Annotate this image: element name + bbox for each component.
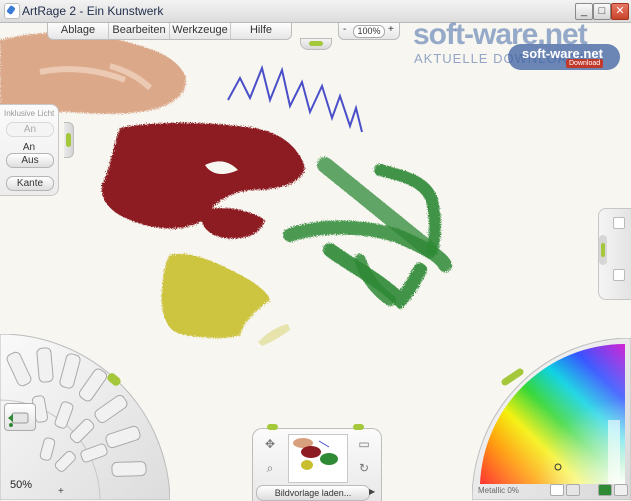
menu-collapse-handle[interactable] (300, 38, 332, 50)
tracing-arrow-icon[interactable]: ▶ (369, 487, 375, 496)
stickers-icon[interactable] (613, 217, 625, 229)
red-paint-blob (101, 122, 305, 239)
menu-bar: Ablage Bearbeiten Werkzeuge Hilfe (47, 23, 292, 40)
menu-werkzeuge[interactable]: Werkzeuge (170, 23, 231, 39)
metallic-label: Metallic 0% (478, 486, 519, 495)
blue-crayon-scribble (227, 64, 363, 133)
app-icon[interactable] (4, 3, 20, 19)
tracing-handle-right[interactable] (353, 424, 364, 430)
canvas-thumbnail[interactable] (288, 434, 348, 483)
canvas-zoom-readout: 50% (10, 479, 33, 491)
shade-strip[interactable] (608, 420, 620, 484)
yellow-paint-blob (161, 253, 270, 338)
color-picker[interactable] (472, 338, 631, 500)
menu-bearbeiten[interactable]: Bearbeiten (109, 23, 170, 39)
layer-icon[interactable]: ▭ (357, 437, 371, 451)
color-sample-button[interactable] (566, 484, 580, 496)
right-side-panel (598, 208, 631, 300)
layers-icon[interactable] (613, 269, 625, 281)
color-swap-button[interactable] (614, 484, 628, 496)
watermark-download-tag: Download (566, 59, 604, 68)
menu-ablage[interactable]: Ablage (48, 23, 109, 39)
window-title: ArtRage 2 - Ein Kunstwerk (22, 4, 164, 18)
close-button[interactable]: ✕ (611, 3, 629, 20)
load-reference-button[interactable]: Bildvorlage laden... (256, 485, 370, 501)
zoom-icon[interactable]: ⌕ (263, 461, 277, 475)
zoom-level[interactable]: 100% (353, 25, 385, 38)
tool-options-panel: Inklusive Licht An An Aus Kante (0, 104, 59, 196)
edge-button[interactable]: Kante (6, 176, 54, 191)
menu-hilfe[interactable]: Hilfe (231, 23, 291, 39)
right-panel-handle[interactable] (599, 235, 607, 265)
green-paint-strokes (283, 157, 452, 310)
current-color-swatch[interactable] (598, 484, 612, 496)
add-preset-button[interactable]: + (58, 486, 64, 497)
tracing-handle-left[interactable] (267, 424, 278, 430)
tool-options-handle[interactable] (64, 122, 74, 158)
thumbnail-preview (293, 438, 338, 470)
move-icon[interactable]: ✥ (263, 437, 277, 451)
zoom-out-button[interactable]: - (343, 24, 346, 35)
paint-tube-icon (8, 412, 29, 427)
light-on-toggle[interactable]: An (6, 122, 54, 137)
rotate-icon[interactable]: ↻ (357, 461, 371, 475)
yellow-faint-stroke (258, 324, 290, 346)
maximize-button[interactable]: □ (593, 3, 611, 20)
option-off-button[interactable]: Aus (6, 153, 54, 168)
zoom-in-button[interactable]: + (388, 24, 394, 35)
watermark-badge: soft-ware.net Download (508, 44, 620, 70)
current-tool-button[interactable] (4, 403, 36, 431)
metallic-slider[interactable] (550, 484, 564, 496)
tool-options-title: Inklusive Licht (4, 109, 55, 118)
tracing-panel: ✥ ⌕ ▭ ↻ Bildvorlage laden... ▶ (252, 424, 382, 501)
color-picker-handle[interactable] (501, 368, 524, 386)
zoom-control: - 100% + (338, 23, 400, 40)
